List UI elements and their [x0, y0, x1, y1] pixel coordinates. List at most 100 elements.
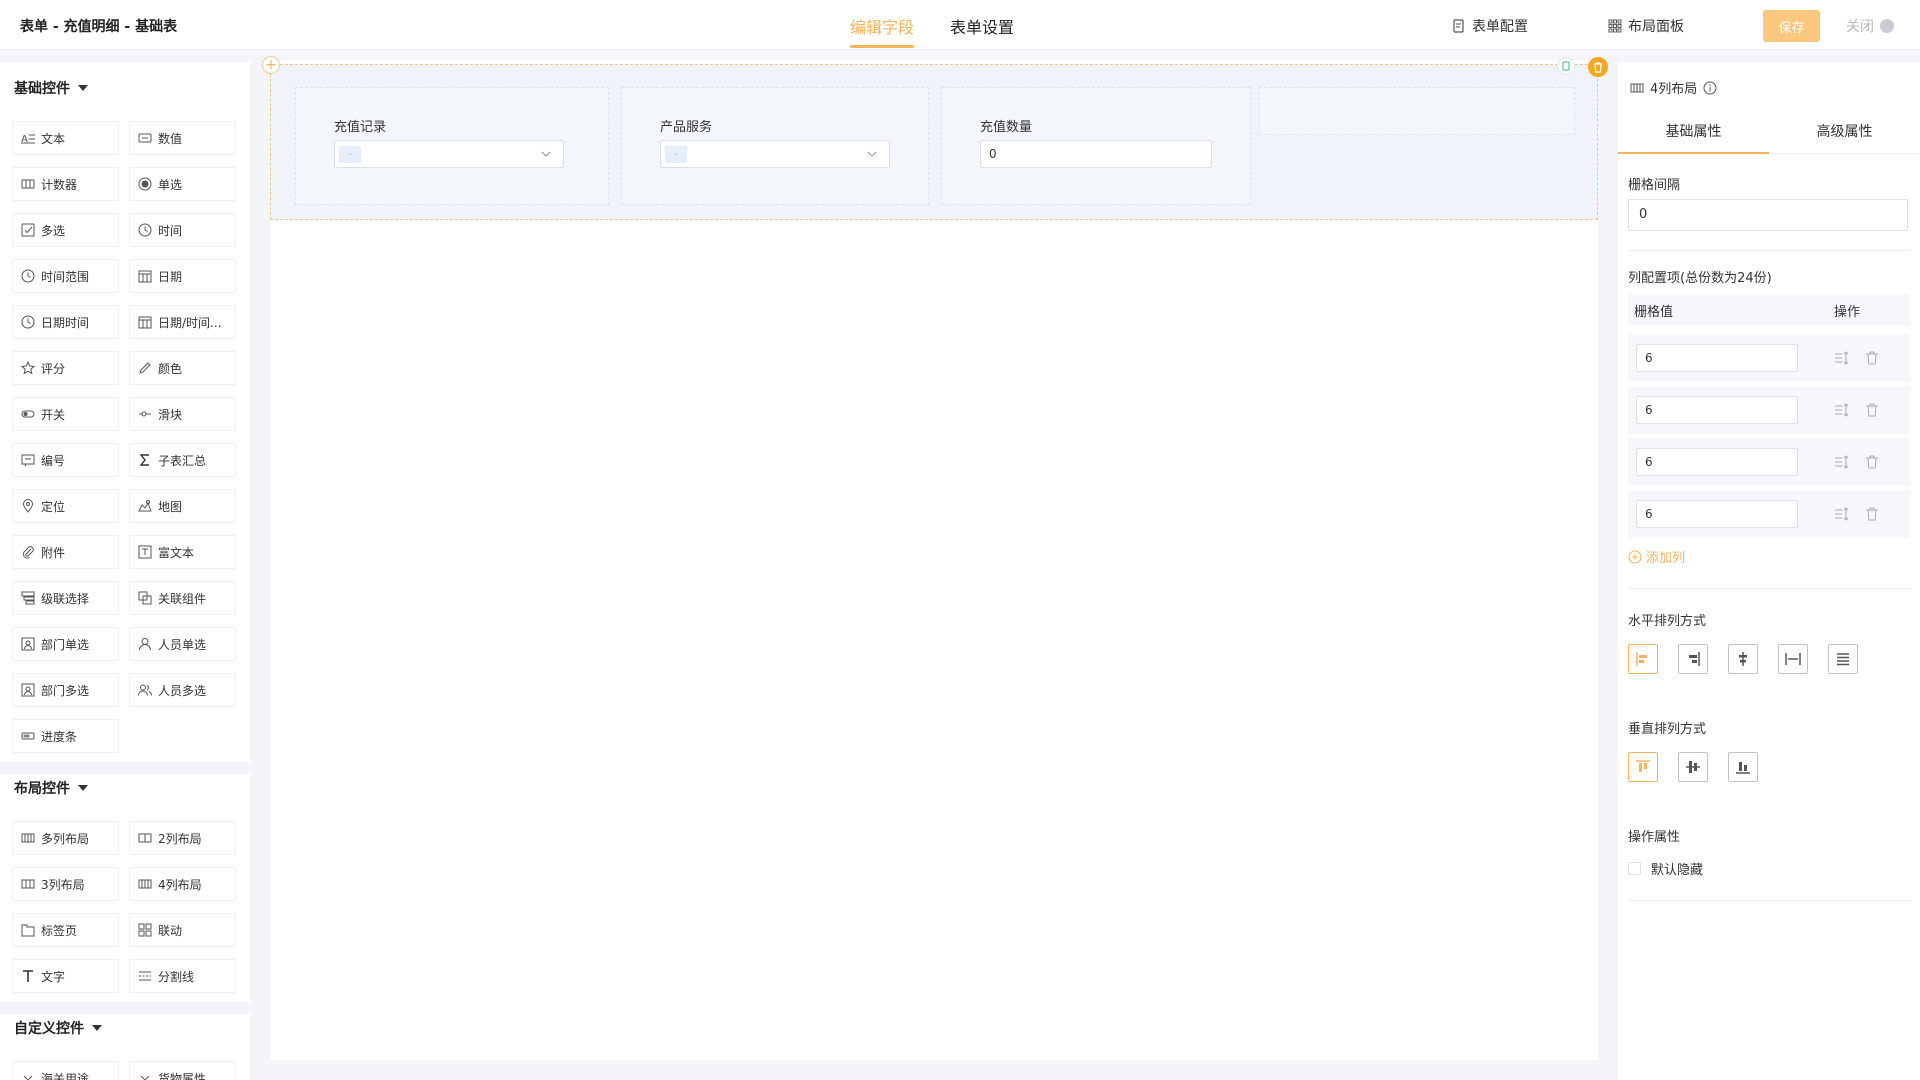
- component-datetime[interactable]: 日期时间: [12, 305, 119, 339]
- component-text-label[interactable]: 文字: [12, 959, 119, 993]
- component-related[interactable]: 关联组件: [129, 581, 236, 615]
- component-multi-column[interactable]: 多列布局: [12, 821, 119, 855]
- copy-icon: [1562, 61, 1570, 71]
- tab-edit-fields[interactable]: 编辑字段: [850, 0, 915, 50]
- default-hidden-checkbox[interactable]: [1628, 862, 1641, 875]
- copy-button[interactable]: [1557, 57, 1575, 75]
- component-rich-text[interactable]: 富文本: [129, 535, 236, 569]
- sort-icon[interactable]: [1834, 350, 1850, 366]
- component-3-columns[interactable]: 3列布局: [12, 867, 119, 901]
- component-progress[interactable]: 进度条: [12, 719, 119, 753]
- component-text[interactable]: A 文本: [12, 121, 119, 155]
- trash-icon[interactable]: [1864, 402, 1880, 418]
- component-linkage[interactable]: 联动: [129, 913, 236, 947]
- component-attachment[interactable]: 附件: [12, 535, 119, 569]
- h-align-space-around-button[interactable]: [1828, 644, 1858, 674]
- component-user-single[interactable]: 人员单选: [129, 627, 236, 661]
- select-tag: -: [339, 146, 361, 163]
- column-span-input[interactable]: [1636, 500, 1798, 528]
- tab-advanced-properties[interactable]: 高级属性: [1769, 112, 1920, 153]
- h-align-end-button[interactable]: [1678, 644, 1708, 674]
- four-column-layout[interactable]: 充值记录 - 产品服务 - 充值数量 0: [270, 64, 1598, 220]
- component-checkbox[interactable]: 多选: [12, 213, 119, 247]
- component-subtable-sum[interactable]: 子表汇总: [129, 443, 236, 477]
- columns-table: 栅格值 操作: [1628, 294, 1910, 538]
- sigma-icon: [139, 454, 149, 466]
- component-4-columns[interactable]: 4列布局: [129, 867, 236, 901]
- info-icon[interactable]: [1703, 81, 1717, 95]
- delete-button[interactable]: [1588, 57, 1608, 77]
- top-bar: 表单 - 充值明细 - 基础表 编辑字段 表单设置 表单配置 布局面板 保存 关…: [0, 0, 1920, 50]
- component-goods-attribute[interactable]: 货物属性: [129, 1061, 236, 1080]
- component-location[interactable]: 定位: [12, 489, 119, 523]
- space-around-icon: [1837, 653, 1849, 666]
- section-custom-controls[interactable]: 自定义控件: [14, 1018, 102, 1038]
- tab-basic-properties[interactable]: 基础属性: [1618, 112, 1769, 154]
- space-between-icon: [1785, 653, 1801, 665]
- component-panel: 基础控件 A 文本 数值 计数器 单选 多选 时间 时间范围 日期 日期时间 日期…: [0, 62, 250, 1080]
- h-align-center-button[interactable]: [1728, 644, 1758, 674]
- close-label: 关闭: [1846, 19, 1874, 35]
- h-align-space-between-button[interactable]: [1778, 644, 1808, 674]
- component-divider[interactable]: 分割线: [129, 959, 236, 993]
- star-icon: [21, 361, 35, 375]
- component-counter[interactable]: 计数器: [12, 167, 119, 201]
- component-rating[interactable]: 评分: [12, 351, 119, 385]
- gutter-input[interactable]: 0: [1628, 199, 1908, 231]
- section-basic-controls[interactable]: 基础控件: [14, 78, 88, 98]
- component-department-single[interactable]: 部门单选: [12, 627, 119, 661]
- trash-icon[interactable]: [1864, 454, 1880, 470]
- component-serial[interactable]: 编号: [12, 443, 119, 477]
- component-date[interactable]: 日期: [129, 259, 236, 293]
- close-button[interactable]: 关闭: [1846, 16, 1894, 36]
- field-label: 充值记录: [334, 120, 387, 135]
- component-datetime-range[interactable]: 日期/时间...: [129, 305, 236, 339]
- layout-panel-button[interactable]: 布局面板: [1608, 16, 1684, 36]
- section-layout-controls[interactable]: 布局控件: [14, 778, 88, 798]
- grid-column-4[interactable]: [1259, 87, 1575, 135]
- trash-icon[interactable]: [1864, 506, 1880, 522]
- tab-form-settings[interactable]: 表单设置: [950, 0, 1014, 50]
- recharge-quantity-input[interactable]: 0: [980, 140, 1212, 168]
- component-department-multi[interactable]: 部门多选: [12, 673, 119, 707]
- columns-icon: [21, 833, 35, 843]
- form-config-button[interactable]: 表单配置: [1452, 16, 1528, 36]
- component-tabs[interactable]: 标签页: [12, 913, 119, 947]
- v-align-middle-button[interactable]: [1678, 752, 1708, 782]
- v-align-top-button[interactable]: [1628, 752, 1658, 782]
- component-2-columns[interactable]: 2列布局: [129, 821, 236, 855]
- section-divider: [0, 762, 250, 774]
- sort-icon[interactable]: [1834, 402, 1850, 418]
- column-span-input[interactable]: [1636, 396, 1798, 424]
- h-align-start-button[interactable]: [1628, 644, 1658, 674]
- recharge-record-select[interactable]: -: [334, 140, 564, 168]
- component-cascade[interactable]: 级联选择: [12, 581, 119, 615]
- add-column-button[interactable]: 添加列: [1628, 547, 1685, 566]
- component-customs-usage[interactable]: 海关用途: [12, 1061, 119, 1080]
- component-user-multi[interactable]: 人员多选: [129, 673, 236, 707]
- grid-column-2[interactable]: 产品服务 -: [621, 87, 929, 205]
- grid-column-1[interactable]: 充值记录 -: [295, 87, 609, 205]
- component-number[interactable]: 数值: [129, 121, 236, 155]
- gutter-label: 栅格间隔: [1628, 178, 1681, 193]
- default-hidden-option[interactable]: 默认隐藏: [1628, 859, 1703, 878]
- move-handle-icon[interactable]: +: [262, 56, 280, 74]
- component-switch[interactable]: 开关: [12, 397, 119, 431]
- grid-column-3[interactable]: 充值数量 0: [941, 87, 1251, 205]
- component-color[interactable]: 颜色: [129, 351, 236, 385]
- component-map[interactable]: 地图: [129, 489, 236, 523]
- column-span-input[interactable]: [1636, 344, 1798, 372]
- component-time-range[interactable]: 时间范围: [12, 259, 119, 293]
- col-header-action: 操作: [1834, 304, 1861, 320]
- product-service-select[interactable]: -: [660, 140, 890, 168]
- trash-icon[interactable]: [1864, 350, 1880, 366]
- column-span-input[interactable]: [1636, 448, 1798, 476]
- save-button[interactable]: 保存: [1763, 10, 1820, 42]
- chevron-down-icon: [867, 151, 877, 157]
- component-time[interactable]: 时间: [129, 213, 236, 247]
- component-radio[interactable]: 单选: [129, 167, 236, 201]
- v-align-bottom-button[interactable]: [1728, 752, 1758, 782]
- sort-icon[interactable]: [1834, 506, 1850, 522]
- component-slider[interactable]: 滑块: [129, 397, 236, 431]
- sort-icon[interactable]: [1834, 454, 1850, 470]
